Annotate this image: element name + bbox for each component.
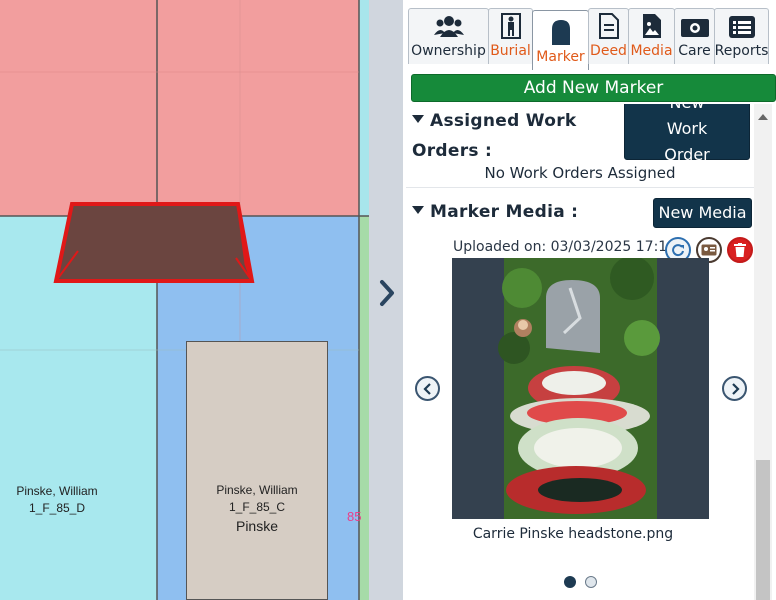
tab-media[interactable]: Media	[628, 8, 675, 64]
tab-label: Deed	[590, 43, 627, 59]
scroll-up-arrow-icon[interactable]	[758, 114, 768, 120]
details-panel: Ownership Burial Marker Deed Media Care …	[403, 0, 776, 600]
money-icon	[680, 19, 709, 37]
list-icon	[728, 16, 755, 38]
media-image-frame[interactable]	[452, 258, 709, 519]
plot-code: 1_F_85_D	[28, 501, 86, 515]
tab-ownership[interactable]: Ownership	[408, 8, 489, 64]
carousel-dot-2[interactable]	[585, 576, 597, 588]
plot-tan-grave[interactable]	[186, 341, 328, 600]
trash-icon	[734, 243, 746, 257]
collapse-caret-icon	[412, 115, 424, 123]
carousel-prev-button[interactable]	[415, 376, 440, 401]
tab-deed[interactable]: Deed	[588, 8, 629, 64]
chevron-left-icon	[422, 382, 431, 395]
headstone-icon	[551, 20, 570, 45]
chevron-right-icon[interactable]	[376, 276, 398, 310]
row-number-label: 85	[347, 509, 362, 524]
plot-label-d: Pinske, William 1_F_85_D	[0, 483, 114, 517]
add-new-marker-button[interactable]: Add New Marker	[411, 74, 776, 102]
media-file-name: Carrie Pinske headstone.png	[472, 526, 674, 542]
panel-toggle-bar[interactable]	[369, 0, 403, 600]
tab-care[interactable]: Care	[674, 8, 715, 64]
tab-marker[interactable]: Marker	[532, 10, 589, 70]
tab-label: Reports	[714, 43, 769, 59]
delete-image-button[interactable]	[727, 237, 753, 263]
marker-media-title[interactable]: Marker Media :	[412, 202, 578, 222]
id-card-icon	[701, 244, 717, 256]
selected-marker-shape[interactable]	[50, 196, 260, 292]
new-work-order-button[interactable]: New Work Order	[624, 104, 750, 164]
marker-media-title-text: Marker Media :	[430, 202, 579, 222]
marker-details-scroll[interactable]: Assigned Work Orders : New Work Order No…	[406, 104, 754, 600]
tab-label: Care	[678, 43, 711, 59]
carousel-next-button[interactable]	[722, 376, 747, 401]
new-work-order-label: New Work Order	[664, 104, 710, 164]
tab-label: Ownership	[411, 43, 486, 59]
scrollbar-thumb[interactable]	[756, 460, 770, 600]
collapse-caret-icon	[412, 206, 424, 214]
uploaded-on-text: Uploaded on: 03/03/2025 17:18:	[453, 239, 681, 255]
document-icon	[598, 13, 619, 39]
plot-owner-name: Pinske, William	[16, 484, 98, 498]
tab-label: Media	[630, 43, 673, 59]
users-icon	[433, 16, 464, 37]
plot-code: 1_F_85_C	[228, 500, 286, 514]
tab-label: Marker	[536, 49, 585, 65]
image-file-icon	[642, 14, 661, 38]
carousel-dot-1[interactable]	[564, 576, 576, 588]
headstone-photo	[498, 258, 660, 519]
tab-label: Burial	[490, 43, 531, 59]
panel-scrollbar[interactable]	[754, 104, 772, 600]
tab-burial[interactable]: Burial	[488, 8, 533, 64]
work-orders-section: Assigned Work Orders : New Work Order No…	[406, 104, 754, 188]
person-icon	[500, 13, 521, 39]
work-orders-title-line1: Assigned Work	[430, 111, 577, 131]
new-media-button[interactable]: New Media	[653, 198, 752, 228]
chevron-right-icon	[731, 382, 740, 395]
plot-owner-name: Pinske, William	[216, 483, 298, 497]
tab-reports[interactable]: Reports	[714, 8, 769, 64]
plot-label-c: Pinske, William 1_F_85_C Pinske	[200, 482, 314, 535]
work-orders-title[interactable]: Assigned Work Orders :	[412, 106, 577, 166]
map-view[interactable]: Pinske, William 1_F_85_D Pinske, William…	[0, 0, 369, 600]
marker-media-section: Marker Media : New Media Uploaded on: 03…	[406, 194, 754, 600]
refresh-icon	[672, 244, 684, 257]
tab-bar: Ownership Burial Marker Deed Media Care …	[408, 8, 776, 70]
no-work-orders-text: No Work Orders Assigned	[484, 164, 676, 182]
plot-extra-label: Pinske	[235, 518, 279, 534]
work-orders-title-line2: Orders :	[412, 141, 493, 161]
